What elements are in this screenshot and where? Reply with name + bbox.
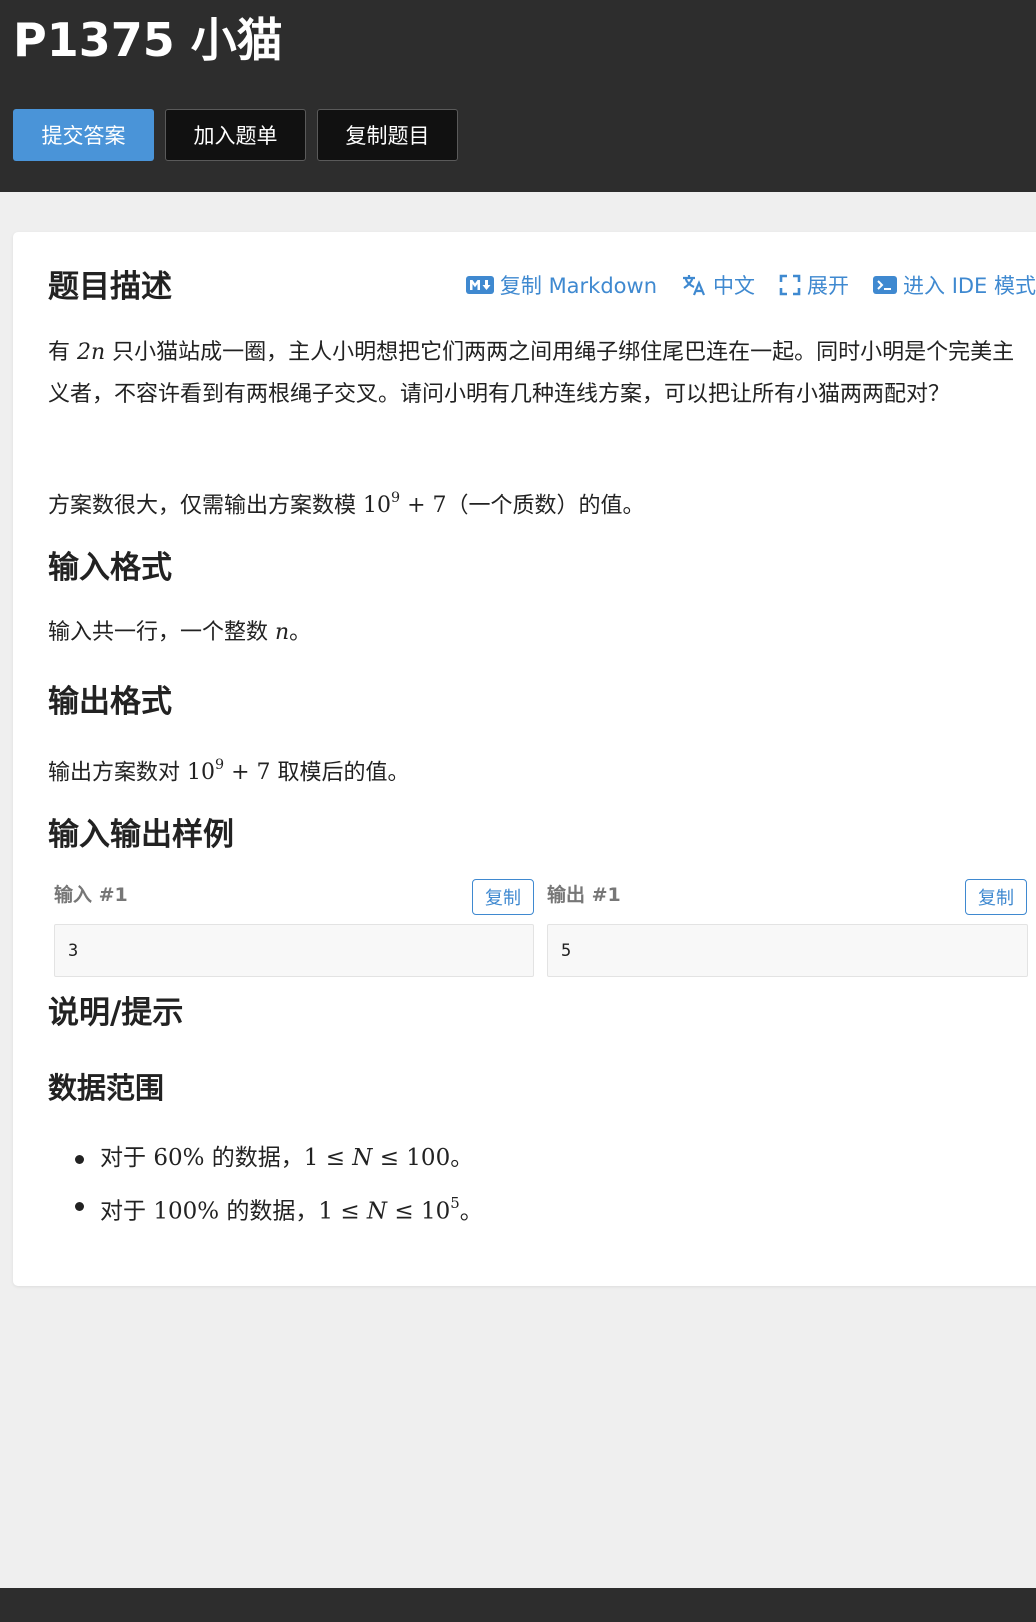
sample-output-box[interactable]: 5 — [547, 924, 1028, 977]
math-text: 2n — [77, 340, 106, 365]
output-format-text: 输出方案数对 109 + 7 取模后的值。 — [48, 746, 1028, 794]
output-format-heading: 输出格式 — [48, 684, 172, 720]
data-range-list: 对于 60% 的数据，1 ≤ N ≤ 100。 对于 100% 的数据，1 ≤ … — [70, 1135, 483, 1236]
expand-button[interactable]: 展开 — [779, 270, 849, 300]
expand-icon — [779, 274, 801, 296]
input-format-text: 输入共一行，一个整数 n。 — [48, 612, 1028, 654]
math-exponent: 9 — [391, 489, 401, 506]
text-span: 。 — [289, 620, 312, 645]
problem-title: P1375 小猫 — [13, 13, 283, 67]
page-header: P1375 小猫 提交答案 加入题单 复制题目 — [0, 0, 1036, 192]
list-item: 对于 60% 的数据，1 ≤ N ≤ 100。 — [70, 1135, 483, 1182]
copy-problem-button[interactable]: 复制题目 — [317, 109, 458, 161]
text-span: （一个质数）的值。 — [446, 493, 645, 519]
text-span: 的数据， — [219, 1198, 319, 1225]
terminal-icon — [873, 276, 898, 294]
ide-mode-button[interactable]: 进入 IDE 模式 — [873, 270, 1036, 300]
copy-input-button[interactable]: 复制 — [472, 879, 534, 915]
copy-markdown-button[interactable]: 复制 Markdown — [465, 270, 658, 300]
page-footer — [0, 1588, 1036, 1622]
description-heading: 题目描述 — [48, 269, 172, 305]
samples-heading: 输入输出样例 — [48, 817, 234, 853]
description-paragraph-1: 有 2n 只小猫站成一圈，主人小明想把它们两两之间用绳子绑住尾巴连在一起。同时小… — [48, 332, 1028, 416]
problem-toolbar: 复制 Markdown 中文 展开 进入 IDE 模式 — [465, 268, 1036, 302]
text-span: 有 — [48, 340, 77, 365]
math-modulus: 109 + 7 — [363, 489, 447, 519]
sample-input-label: 输入 #1 — [54, 884, 128, 906]
sample-output-label: 输出 #1 — [547, 884, 621, 906]
math-base: 10 — [187, 760, 215, 786]
math-exponent: 5 — [450, 1193, 460, 1212]
list-item: 对于 100% 的数据，1 ≤ N ≤ 105。 — [70, 1182, 483, 1236]
text-span: 输出方案数对 — [48, 760, 187, 786]
math-condition: 1 ≤ N ≤ 100 — [303, 1145, 451, 1171]
hint-heading: 说明/提示 — [48, 995, 184, 1031]
text-span: 输入共一行，一个整数 — [48, 620, 275, 645]
text-span: 方案数很大，仅需输出方案数模 — [48, 493, 363, 519]
copy-markdown-label: 复制 Markdown — [499, 274, 658, 298]
markdown-icon — [465, 276, 494, 294]
translate-icon — [683, 275, 706, 296]
language-button[interactable]: 中文 — [681, 270, 755, 300]
data-range-heading: 数据范围 — [48, 1071, 165, 1105]
description-paragraph-2: 方案数很大，仅需输出方案数模 109 + 7（一个质数）的值。 — [48, 479, 1028, 527]
expand-label: 展开 — [807, 274, 850, 298]
math-percent: 60% — [153, 1145, 205, 1171]
text-span: 取模后的值。 — [270, 760, 410, 786]
math-n: n — [275, 620, 290, 645]
language-label: 中文 — [713, 274, 756, 298]
math-rest: + 7 — [400, 493, 447, 519]
math-percent: 100% — [153, 1198, 220, 1225]
text-span: 。 — [459, 1198, 483, 1225]
math-base: 10 — [363, 493, 391, 519]
submit-answer-button[interactable]: 提交答案 — [13, 109, 154, 161]
math-condition: 1 ≤ N ≤ 10 — [318, 1198, 451, 1225]
text-span: 对于 — [100, 1198, 154, 1225]
math-2n: 2n — [77, 340, 105, 365]
text-span: 只小猫站成一圈，主人小明想把它们两两之间用绳子绑住尾巴连在一起。同时小明是个完美… — [48, 340, 1015, 407]
text-span: 的数据， — [204, 1145, 304, 1171]
text-span: 。 — [450, 1145, 474, 1171]
math-modulus: 109 + 7 — [187, 756, 271, 786]
math-rest: + 7 — [224, 760, 271, 786]
sample-input-box[interactable]: 3 — [54, 924, 534, 977]
input-format-heading: 输入格式 — [48, 550, 172, 586]
ide-mode-label: 进入 IDE 模式 — [903, 274, 1036, 298]
add-to-list-button[interactable]: 加入题单 — [165, 109, 306, 161]
text-span: 对于 — [100, 1145, 154, 1171]
math-exponent: 9 — [215, 756, 225, 773]
copy-output-button[interactable]: 复制 — [965, 879, 1027, 915]
